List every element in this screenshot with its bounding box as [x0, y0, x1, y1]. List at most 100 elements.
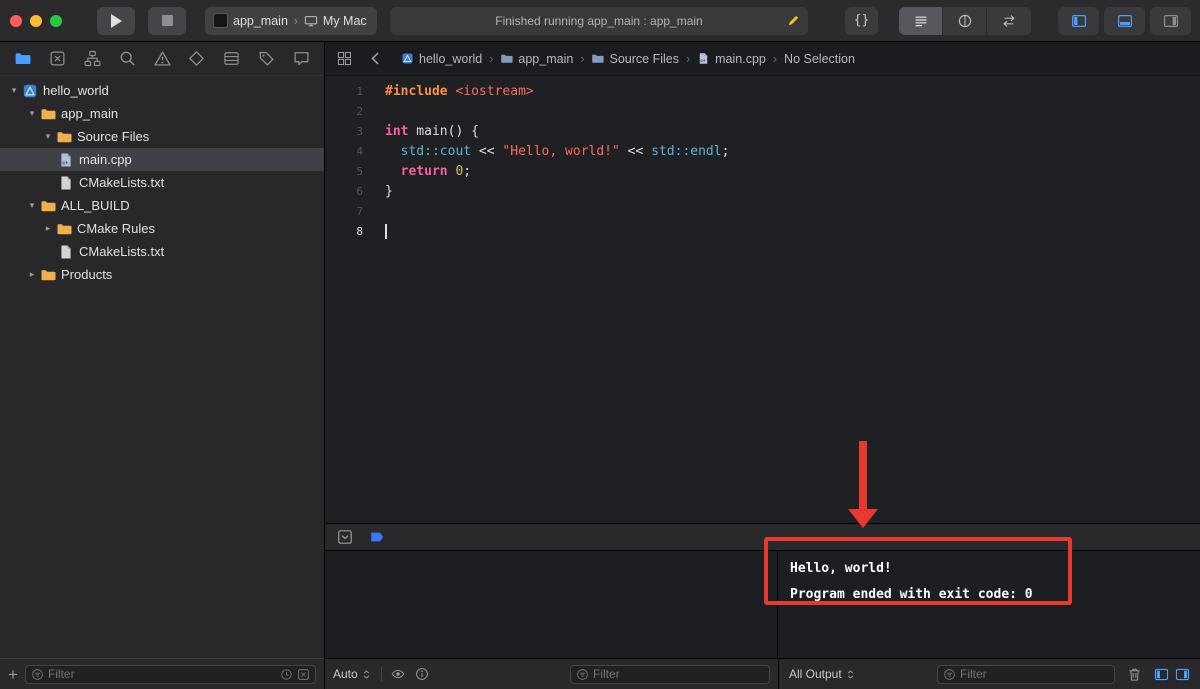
window-controls [10, 14, 62, 27]
breadcrumb-separator: › [772, 51, 778, 66]
disclosure-triangle-icon[interactable]: ▸ [40, 223, 56, 234]
show-console-view-icon[interactable] [1175, 667, 1190, 682]
source-editor[interactable]: 12345678 #include <iostream> int main() {… [325, 76, 1200, 523]
breadcrumb-item[interactable]: hello_world [401, 52, 482, 66]
debug-area: Hello, world! Program ended with exit cod… [325, 551, 1200, 658]
add-button[interactable]: + [8, 666, 18, 683]
find-navigator-icon[interactable] [119, 50, 136, 67]
project-navigator: ▾ hello_world ▾ app_main ▾ Source Files c+ main… [0, 76, 324, 658]
source-control-navigator-icon[interactable] [49, 50, 66, 67]
toggle-debug-area-icon[interactable] [1104, 6, 1145, 35]
navigator-filter-field[interactable] [24, 664, 316, 684]
breadcrumb-item[interactable]: No Selection [784, 52, 855, 66]
symbol-navigator-icon[interactable] [84, 50, 101, 67]
test-navigator-icon[interactable] [188, 50, 205, 67]
folder-icon [500, 52, 513, 65]
scm-status-filter-icon[interactable] [297, 668, 310, 681]
variables-scope-selector[interactable]: Auto [333, 667, 372, 681]
cpp-icon: c+ [58, 152, 74, 168]
variables-bar: Auto [325, 659, 778, 689]
run-button[interactable] [97, 6, 135, 35]
status-activity-icon [786, 13, 801, 28]
editor-arrows-icon[interactable] [987, 7, 1031, 35]
breadcrumb-item[interactable]: c+ main.cpp [697, 52, 766, 66]
cpp-icon: c+ [697, 52, 710, 65]
hide-debug-area-button[interactable] [337, 529, 353, 545]
tree-item-label: app_main [61, 106, 119, 121]
info-icon[interactable] [415, 667, 429, 681]
recent-files-icon[interactable] [280, 668, 293, 681]
editor-circle-icon[interactable] [943, 6, 987, 35]
disclosure-triangle-icon[interactable]: ▸ [24, 269, 40, 280]
variables-filter-input[interactable] [593, 667, 764, 681]
status-message: Finished running app_main : app_main [495, 13, 703, 28]
updown-chevrons-icon [845, 669, 856, 680]
report-navigator-icon[interactable] [293, 50, 310, 67]
filter-icon [943, 668, 956, 681]
breadcrumb-item[interactable]: app_main [500, 52, 573, 66]
filter-icon [576, 668, 589, 681]
show-variables-view-icon[interactable] [1154, 667, 1169, 682]
tree-item-label: CMake Rules [77, 221, 156, 236]
navigator-sidebar: ▾ hello_world ▾ app_main ▾ Source Files c+ main… [0, 42, 325, 689]
tree-item-cmakelists-txt[interactable]: CMakeLists.txt [0, 240, 324, 263]
activity-viewer: Finished running app_main : app_main [390, 6, 808, 35]
breakpoints-toggle-icon[interactable] [369, 529, 385, 545]
tree-item-app-main[interactable]: ▾ app_main [0, 102, 324, 125]
console-scope-selector[interactable]: All Output [789, 667, 856, 681]
project-navigator-icon[interactable] [14, 50, 31, 67]
breadcrumb-separator: › [489, 51, 494, 66]
tree-item-label: main.cpp [79, 152, 132, 167]
stop-icon [161, 15, 173, 26]
tree-item-cmakelists-txt[interactable]: CMakeLists.txt [0, 171, 324, 194]
code-line [385, 222, 1200, 242]
console-filter-field[interactable] [937, 664, 1115, 684]
scheme-selector[interactable]: app_main › My Mac [205, 6, 377, 35]
console-output[interactable]: Hello, world! Program ended with exit cod… [778, 551, 1200, 658]
back-icon[interactable] [368, 51, 383, 66]
disclosure-triangle-icon[interactable]: ▾ [24, 200, 40, 211]
close-window-button[interactable] [10, 14, 22, 27]
folder-icon [56, 129, 72, 145]
console-filter-input[interactable] [960, 667, 1109, 681]
variables-filter-field[interactable] [570, 664, 770, 684]
tree-item-hello-world[interactable]: ▾ hello_world [0, 79, 324, 102]
disclosure-triangle-icon[interactable]: ▾ [6, 85, 22, 96]
eye-icon[interactable] [391, 667, 405, 681]
toggle-inspectors-icon[interactable] [1150, 6, 1191, 35]
toggle-navigator-icon[interactable] [1058, 6, 1099, 35]
tree-item-label: CMakeLists.txt [79, 244, 165, 259]
variables-view[interactable] [325, 551, 778, 658]
library-button[interactable]: {} [845, 6, 878, 35]
tree-item-main-cpp[interactable]: c+ main.cpp [0, 148, 324, 171]
navigator-filter-bar: + [0, 658, 324, 689]
code-lines: #include <iostream> int main() { std::cou… [375, 76, 1200, 523]
breakpoint-navigator-icon[interactable] [258, 50, 275, 67]
debug-navigator-icon[interactable] [223, 50, 240, 67]
stop-button[interactable] [148, 6, 186, 35]
code-line: } [385, 184, 393, 199]
disclosure-triangle-icon[interactable]: ▾ [40, 131, 56, 142]
doc-icon [58, 244, 74, 260]
tree-item-all-build[interactable]: ▾ ALL_BUILD [0, 194, 324, 217]
breadcrumb-item[interactable]: Source Files [591, 52, 679, 66]
line-number: 2 [356, 105, 363, 118]
breadcrumb-label: main.cpp [715, 51, 766, 66]
navigator-filter-input[interactable] [47, 667, 276, 681]
project-icon [22, 83, 38, 99]
tree-item-products[interactable]: ▸ Products [0, 263, 324, 286]
minimize-window-button[interactable] [30, 14, 42, 27]
related-items-icon[interactable] [337, 51, 352, 66]
code-line: return 0; [400, 164, 472, 179]
tree-item-source-files[interactable]: ▾ Source Files [0, 125, 324, 148]
issue-navigator-icon[interactable] [153, 50, 171, 67]
disclosure-triangle-icon[interactable]: ▾ [24, 108, 40, 119]
tree-item-cmake-rules[interactable]: ▸ CMake Rules [0, 217, 324, 240]
trash-icon[interactable] [1127, 667, 1142, 682]
filter-icon [31, 668, 44, 681]
line-number: 8 [356, 225, 363, 238]
code-line: int main() { [385, 124, 479, 139]
app-scheme-icon [213, 13, 228, 28]
editor-list-icon[interactable] [899, 6, 943, 35]
zoom-window-button[interactable] [50, 14, 62, 27]
